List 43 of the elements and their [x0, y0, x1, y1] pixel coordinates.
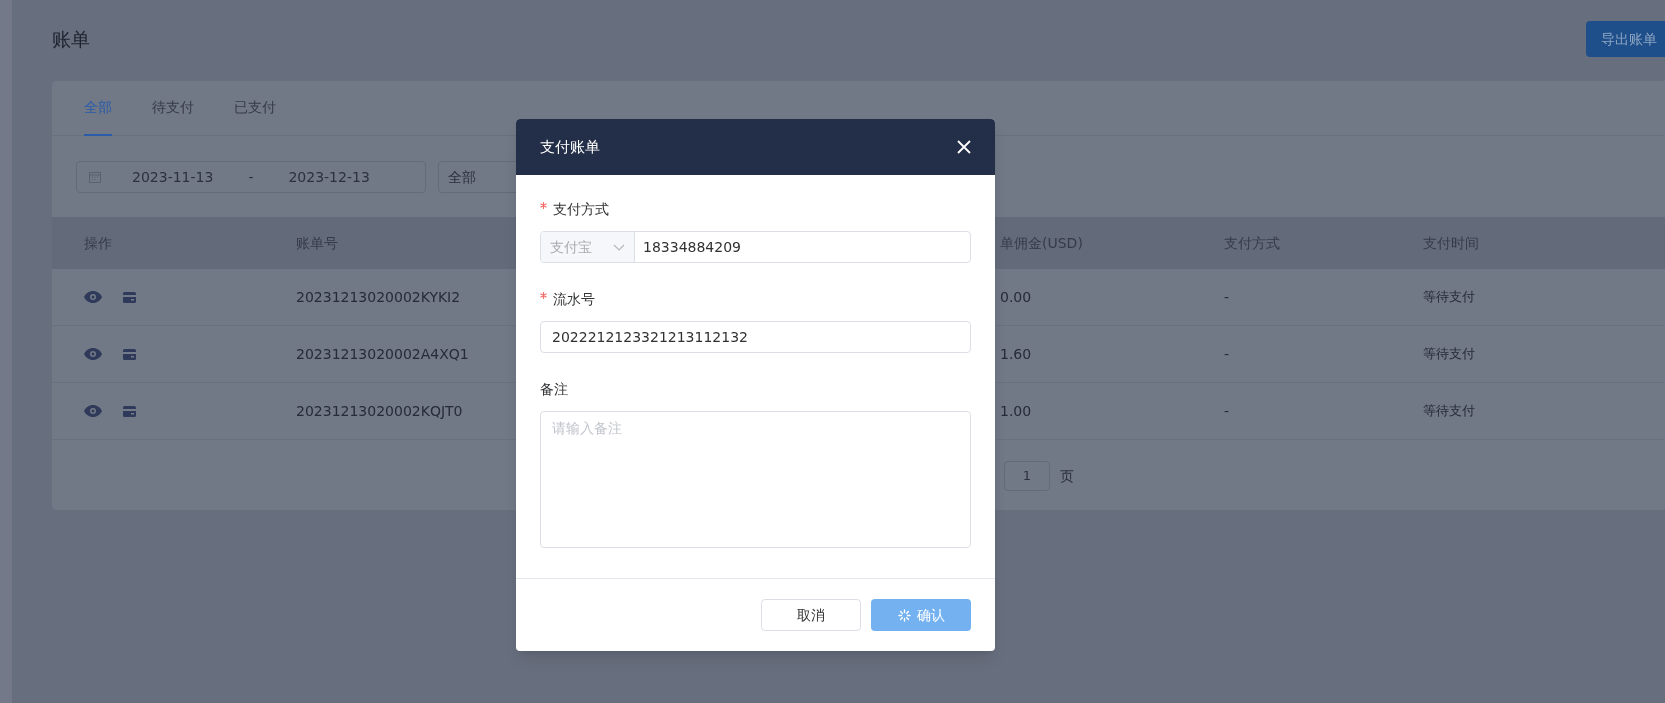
close-icon[interactable] [957, 140, 971, 154]
payment-field[interactable]: 支付宝 18334884209 [540, 231, 971, 263]
eye-icon[interactable] [84, 291, 102, 303]
field-label: 支付方式 [553, 199, 609, 219]
payment-time-cell-text: 等待支付 [1423, 402, 1475, 421]
card-icon[interactable] [123, 348, 136, 360]
page-title: 账单 [52, 26, 90, 52]
end-date: 2023-12-13 [288, 167, 370, 187]
payment-time-cell-text: 等待支付 [1423, 288, 1475, 307]
eye-icon[interactable] [84, 348, 102, 360]
confirm-button[interactable]: 确认 [871, 599, 971, 631]
page-unit: 页 [1060, 466, 1074, 486]
tab[interactable]: 已支付 [234, 81, 276, 136]
export-button[interactable]: 导出账单 [1586, 21, 1665, 57]
eye-icon[interactable] [84, 405, 102, 417]
page-number-field[interactable]: 1 [1004, 461, 1050, 491]
payment-method-cell-text: - [1224, 287, 1230, 307]
field-label: 流水号 [553, 289, 595, 309]
tab[interactable]: 待支付 [152, 81, 194, 136]
bill-number: 20231213020002A4XQ1 [296, 344, 469, 364]
spinner-icon [897, 608, 911, 622]
serial-number-field[interactable]: 2022212123321213112132 [540, 321, 971, 353]
remark-field[interactable]: 请输入备注 [540, 411, 971, 548]
commission-cell-text: 0.00 [1000, 287, 1032, 307]
bill-number: 20231213020002KYKI2 [296, 287, 461, 307]
tab[interactable]: 全部 [84, 81, 112, 136]
card-icon[interactable] [123, 405, 136, 417]
date-range-field[interactable]: 2023-11-13 - 2023-12-13 [76, 161, 426, 193]
calendar-icon [89, 171, 101, 183]
date-separator: - [248, 167, 254, 187]
dialog-title: 支付账单 [540, 136, 600, 158]
payment-method-cell-text: - [1224, 401, 1230, 421]
field-label: 备注 [540, 379, 568, 399]
card-icon[interactable] [123, 291, 136, 303]
commission-cell-text: 1.60 [1000, 344, 1032, 364]
payment-time-cell-text: 等待支付 [1423, 345, 1475, 364]
start-date: 2023-11-13 [132, 167, 214, 187]
payment-method-cell-text: - [1224, 344, 1230, 364]
commission-cell-text: 1.00 [1000, 401, 1032, 421]
cancel-button[interactable]: 取消 [761, 599, 861, 631]
method-select[interactable]: 支付宝 [541, 232, 635, 262]
chevron-down-icon [613, 243, 625, 251]
bill-number: 20231213020002KQJT0 [296, 401, 463, 421]
